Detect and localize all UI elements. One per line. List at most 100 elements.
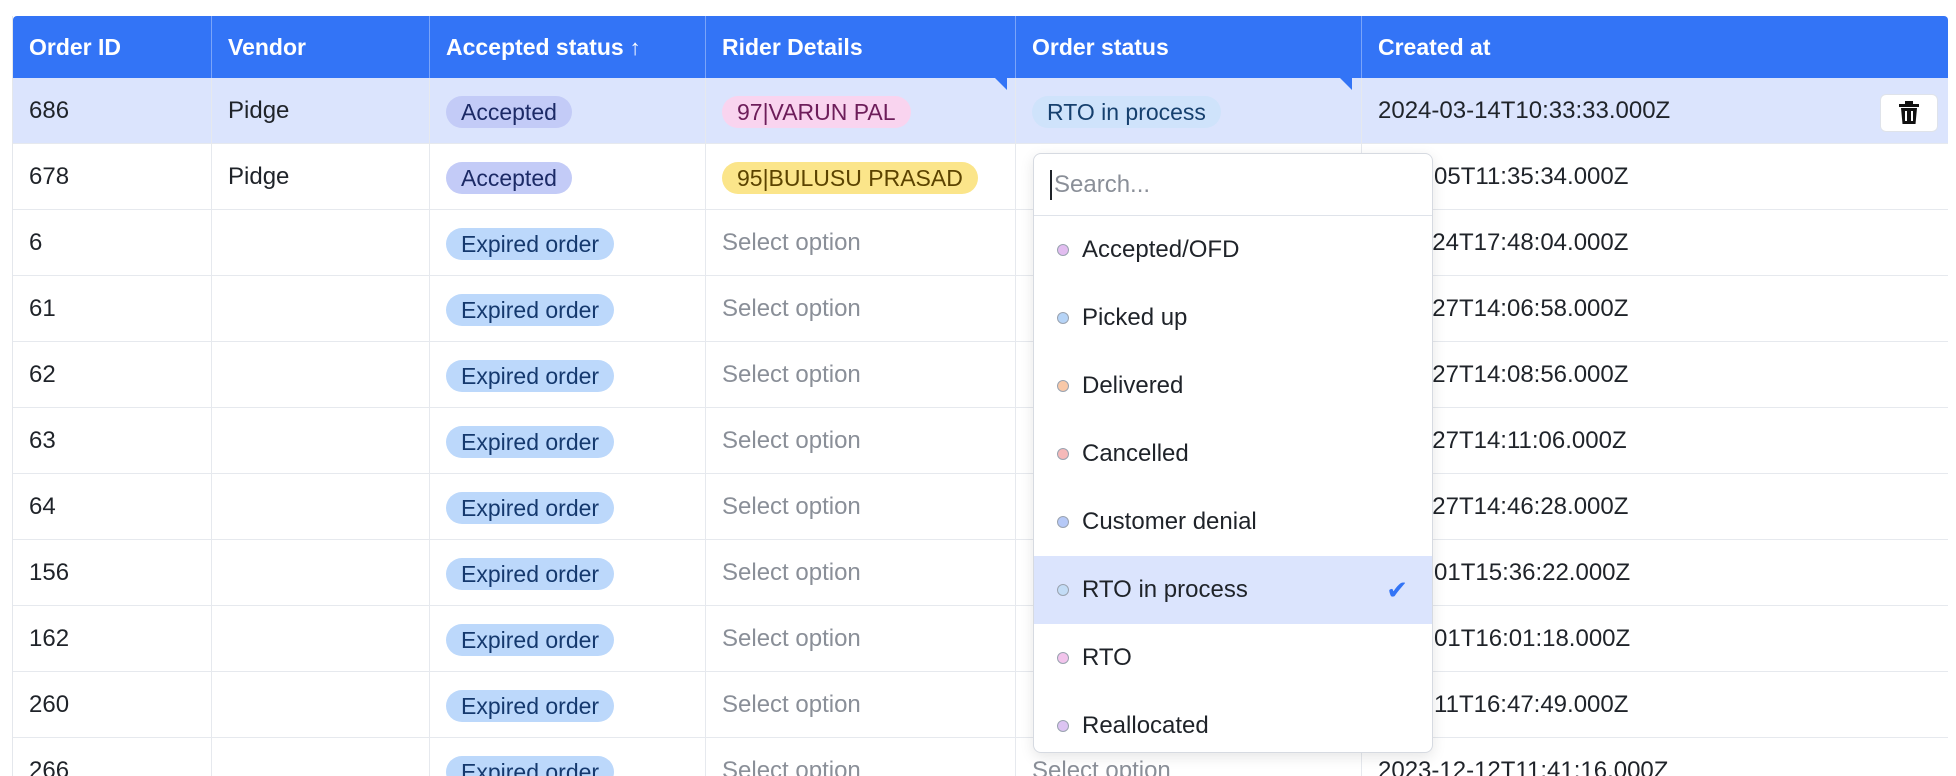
- table-row[interactable]: 686 Pidge Accepted 97|VARUN PAL RTO in proce…: [13, 78, 1948, 144]
- status-dot-icon: [1057, 652, 1069, 664]
- cell-rider-details[interactable]: 97|VARUN PAL: [706, 78, 1016, 143]
- cell-created-at[interactable]: 2024-03-14T10:33:33.000Z: [1362, 78, 1948, 143]
- cell-accepted-status[interactable]: Accepted: [430, 78, 706, 143]
- dropdown-option[interactable]: Cancelled: [1034, 420, 1432, 488]
- column-header-vendor[interactable]: Vendor: [212, 16, 430, 78]
- cell-created-at[interactable]: 3-11-27T14:06:58.000Z: [1362, 276, 1948, 341]
- cell-order-id[interactable]: 266: [13, 738, 212, 776]
- cell-vendor[interactable]: [212, 276, 430, 341]
- created-at-text: 2023-12-12T11:41:16.000Z: [1378, 757, 1669, 776]
- cell-vendor[interactable]: Pidge: [212, 144, 430, 209]
- rider-placeholder: Select option: [722, 625, 861, 652]
- cell-vendor[interactable]: [212, 342, 430, 407]
- column-header-rider-details[interactable]: Rider Details: [706, 16, 1016, 78]
- cell-created-at[interactable]: 3-12-01T15:36:22.000Z: [1362, 540, 1948, 605]
- cell-rider-details[interactable]: 95|BULUSU PRASAD: [706, 144, 1016, 209]
- trash-icon: [1899, 101, 1919, 124]
- table-row[interactable]: 6 Expired order Select option 3-11-24T17:48…: [13, 210, 1948, 276]
- cell-accepted-status[interactable]: Expired order: [430, 342, 706, 407]
- cell-created-at[interactable]: 3-11-27T14:11:06.000Z: [1362, 408, 1948, 473]
- sort-arrow-up-icon[interactable]: ↑: [630, 35, 641, 60]
- cell-accepted-status[interactable]: Expired order: [430, 738, 706, 776]
- cell-rider-details[interactable]: Select option: [706, 474, 1016, 539]
- dropdown-option[interactable]: RTO in process ✔: [1034, 556, 1432, 624]
- cell-created-at[interactable]: 3-11-24T17:48:04.000Z: [1362, 210, 1948, 275]
- cell-rider-details[interactable]: Select option: [706, 408, 1016, 473]
- table-row[interactable]: 62 Expired order Select option 3-11-27T14:0…: [13, 342, 1948, 408]
- column-header-order-id[interactable]: Order ID: [13, 16, 212, 78]
- cell-created-at[interactable]: 2023-12-12T11:41:16.000Z: [1362, 738, 1948, 776]
- cell-order-id[interactable]: 63: [13, 408, 212, 473]
- cell-accepted-status[interactable]: Expired order: [430, 540, 706, 605]
- cell-accepted-status[interactable]: Expired order: [430, 474, 706, 539]
- vendor-text: Pidge: [228, 97, 290, 124]
- table-row[interactable]: 266 Expired order Select option Select opti…: [13, 738, 1948, 776]
- table-row[interactable]: 260 Expired order Select option 3-12-11T16:…: [13, 672, 1948, 738]
- table-row[interactable]: 162 Expired order Select option 3-12-01T16:…: [13, 606, 1948, 672]
- cell-order-id[interactable]: 678: [13, 144, 212, 209]
- cell-order-id[interactable]: 686: [13, 78, 212, 143]
- cell-created-at[interactable]: 3-12-11T16:47:49.000Z: [1362, 672, 1948, 737]
- status-cell-corner-indicator: [1334, 72, 1352, 90]
- cell-vendor[interactable]: [212, 474, 430, 539]
- cell-created-at[interactable]: 3-11-27T14:08:56.000Z: [1362, 342, 1948, 407]
- table-row[interactable]: 61 Expired order Select option 3-11-27T14:0…: [13, 276, 1948, 342]
- cell-created-at[interactable]: 3-12-01T16:01:18.000Z: [1362, 606, 1948, 671]
- cell-order-status[interactable]: RTO in process: [1016, 78, 1362, 143]
- dropdown-option-label: Customer denial: [1082, 508, 1257, 535]
- column-header-accepted-status[interactable]: Accepted status ↑: [430, 16, 706, 78]
- order-id-text: 64: [29, 493, 56, 520]
- cell-order-id[interactable]: 260: [13, 672, 212, 737]
- cell-order-id[interactable]: 61: [13, 276, 212, 341]
- column-header-order-status[interactable]: Order status: [1016, 16, 1362, 78]
- cell-rider-details[interactable]: Select option: [706, 276, 1016, 341]
- cell-accepted-status[interactable]: Expired order: [430, 408, 706, 473]
- cell-created-at[interactable]: 4-03-05T11:35:34.000Z: [1362, 144, 1948, 209]
- dropdown-option[interactable]: Customer denial: [1034, 488, 1432, 556]
- cell-rider-details[interactable]: Select option: [706, 342, 1016, 407]
- cell-vendor[interactable]: [212, 738, 430, 776]
- cell-vendor[interactable]: [212, 606, 430, 671]
- cell-order-id[interactable]: 64: [13, 474, 212, 539]
- table-row[interactable]: 63 Expired order Select option 3-11-27T14:1…: [13, 408, 1948, 474]
- dropdown-option[interactable]: Accepted/OFD: [1034, 216, 1432, 284]
- cell-vendor[interactable]: [212, 408, 430, 473]
- table-row[interactable]: 156 Expired order Select option 3-12-01T15:…: [13, 540, 1948, 606]
- delete-row-button[interactable]: [1880, 94, 1938, 132]
- cell-rider-details[interactable]: Select option: [706, 606, 1016, 671]
- table-row[interactable]: 64 Expired order Select option 3-11-27T14:4…: [13, 474, 1948, 540]
- dropdown-option[interactable]: RTO: [1034, 624, 1432, 692]
- dropdown-search-input[interactable]: [1050, 169, 1416, 200]
- cell-vendor[interactable]: [212, 210, 430, 275]
- cell-accepted-status[interactable]: Expired order: [430, 672, 706, 737]
- cell-rider-details[interactable]: Select option: [706, 672, 1016, 737]
- status-dot-icon: [1057, 448, 1069, 460]
- cell-accepted-status[interactable]: Expired order: [430, 606, 706, 671]
- cell-vendor[interactable]: Pidge: [212, 78, 430, 143]
- cell-created-at[interactable]: 3-11-27T14:46:28.000Z: [1362, 474, 1948, 539]
- cell-order-id[interactable]: 162: [13, 606, 212, 671]
- cell-vendor[interactable]: [212, 672, 430, 737]
- order-id-text: 266: [29, 757, 70, 776]
- cell-accepted-status[interactable]: Accepted: [430, 144, 706, 209]
- order-id-text: 678: [29, 163, 70, 190]
- cell-rider-details[interactable]: Select option: [706, 738, 1016, 776]
- accepted-status-badge: Accepted: [446, 95, 572, 128]
- column-header-created-at[interactable]: Created at: [1362, 16, 1948, 78]
- cell-accepted-status[interactable]: Expired order: [430, 210, 706, 275]
- cell-accepted-status[interactable]: Expired order: [430, 276, 706, 341]
- accepted-status-badge: Accepted: [446, 161, 572, 194]
- dropdown-option-label: Picked up: [1082, 304, 1188, 331]
- cell-order-id[interactable]: 62: [13, 342, 212, 407]
- cell-order-id[interactable]: 6: [13, 210, 212, 275]
- dropdown-option[interactable]: Delivered: [1034, 352, 1432, 420]
- cell-rider-details[interactable]: Select option: [706, 540, 1016, 605]
- dropdown-option[interactable]: Reallocated: [1034, 692, 1432, 752]
- cell-vendor[interactable]: [212, 540, 430, 605]
- cell-order-id[interactable]: 156: [13, 540, 212, 605]
- dropdown-option[interactable]: Picked up: [1034, 284, 1432, 352]
- accepted-status-badge: Expired order: [446, 227, 615, 260]
- table-row[interactable]: 678 Pidge Accepted 95|BULUSU PRASAD 4-03-05T…: [13, 144, 1948, 210]
- rider-placeholder: Select option: [722, 361, 861, 388]
- cell-rider-details[interactable]: Select option: [706, 210, 1016, 275]
